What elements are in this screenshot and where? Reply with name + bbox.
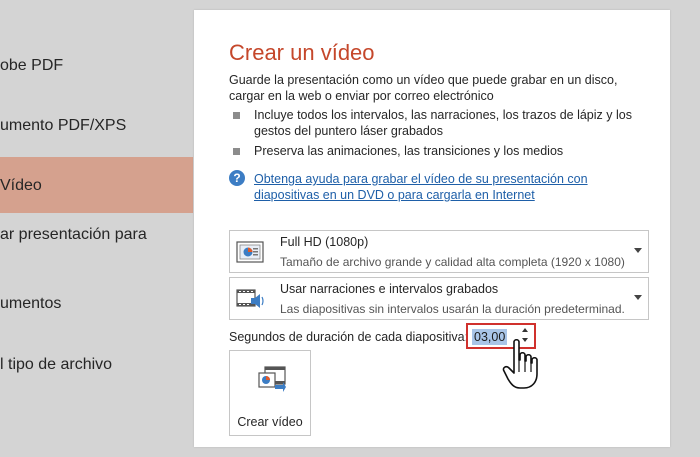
help-icon: ? — [229, 170, 245, 186]
sidebar-item-file-type[interactable]: l tipo de archivo — [0, 338, 193, 394]
sidebar-item-label: ar presentación para — [0, 226, 147, 243]
bullet-text: Preserva las animaciones, las transicion… — [254, 144, 564, 158]
sidebar-item-adobe-pdf[interactable]: obe PDF — [0, 38, 193, 94]
sidebar-item-label: Vídeo — [0, 177, 42, 194]
sidebar-item-package-presentation[interactable]: ar presentación para — [0, 208, 193, 264]
quality-dropdown[interactable]: Full HD (1080p) Tamaño de archivo grande… — [229, 230, 649, 273]
bullet-icon — [233, 148, 240, 155]
create-video-label: Crear vídeo — [237, 415, 303, 429]
sidebar-item-video[interactable]: Vídeo — [0, 157, 193, 213]
sidebar-item-documents[interactable]: umentos — [0, 277, 193, 333]
bullet-text: Incluye todos los intervalos, las narrac… — [254, 108, 632, 138]
sidebar-item-label: umentos — [0, 295, 62, 312]
quality-description: Tamaño de archivo grande y calidad alta … — [280, 255, 625, 269]
chevron-down-icon — [634, 295, 642, 300]
spin-up-icon[interactable] — [522, 328, 528, 332]
quality-value: Full HD (1080p) — [280, 235, 369, 249]
create-video-icon — [258, 366, 286, 392]
page-title: Crear un vídeo — [229, 40, 375, 65]
sidebar-item-label: obe PDF — [0, 57, 64, 74]
chevron-down-icon — [634, 248, 642, 253]
sidebar-item-label: l tipo de archivo — [0, 356, 113, 373]
presentation-quality-icon — [236, 241, 264, 263]
help-link[interactable]: Obtenga ayuda para grabar el vídeo de su… — [254, 171, 654, 203]
sidebar-item-label: umento PDF/XPS — [0, 117, 127, 134]
bullet-icon — [233, 112, 240, 119]
sidebar-item-pdf-xps[interactable]: umento PDF/XPS — [0, 98, 193, 154]
create-video-button[interactable]: Crear vídeo — [229, 350, 311, 436]
description: Guarde la presentación como un vídeo que… — [229, 73, 618, 103]
seconds-label: Segundos de duración de cada diapositiva… — [229, 330, 469, 344]
narration-description: Las diapositivas sin intervalos usarán l… — [280, 302, 625, 316]
hand-cursor-icon — [502, 338, 538, 389]
narration-dropdown[interactable]: Usar narraciones e intervalos grabados L… — [229, 277, 649, 320]
narration-value: Usar narraciones e intervalos grabados — [280, 282, 499, 296]
film-speaker-icon — [236, 289, 264, 308]
create-video-panel: Crear un vídeo Guarde la presentación co… — [194, 10, 670, 447]
sidebar: obe PDF umento PDF/XPS Vídeo ar presenta… — [0, 0, 193, 457]
